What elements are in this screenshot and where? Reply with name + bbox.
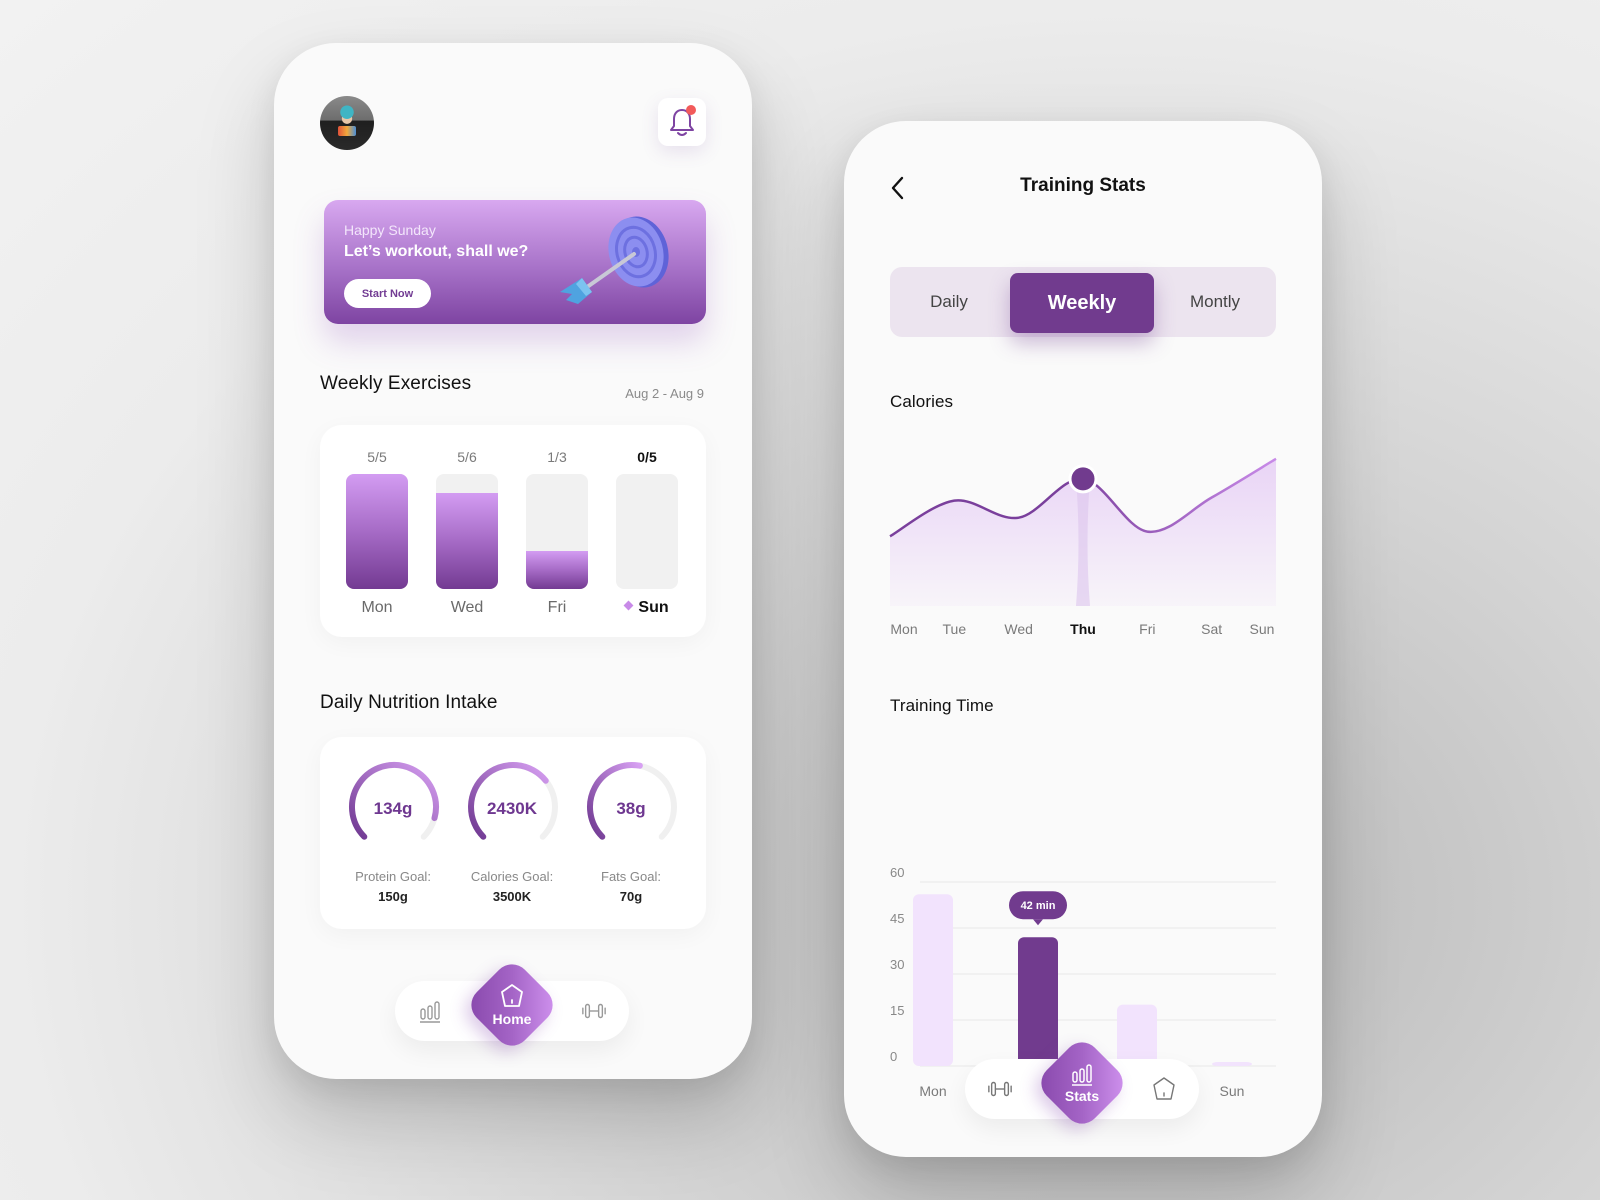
exercise-progress-track [616,474,678,589]
exercise-day-sun[interactable]: 0/5 Sun [616,425,678,637]
nav-home-button[interactable] [1151,1077,1177,1101]
exercise-ratio: 1/3 [547,449,567,465]
x-tick-label: Sun [1250,621,1275,637]
nutrition-goal-value: 70g [619,889,643,904]
exercise-ratio: 5/6 [457,449,477,465]
notification-button[interactable] [658,98,706,146]
day-name: Wed [450,599,484,616]
exercise-ratio: 0/5 [637,449,657,465]
data-point-thu[interactable] [1068,464,1098,494]
tooltip-pointer [1033,919,1043,926]
exercise-day-label: Mon [346,599,408,617]
tooltip-text: 42 min [1021,900,1056,912]
nav-active-label: Home [492,1011,532,1027]
exercise-day-label: Sun [616,599,678,617]
home-screen: Happy Sunday Let’s workout, shall we? St… [274,43,752,1079]
calories-chart: Mon Tue Wed Thu Fri Sat Sun [889,457,1277,637]
page-title: Training Stats [1020,175,1146,196]
bottom-nav: Home [395,956,629,1054]
x-tick-label: Fri [1139,621,1155,637]
y-tick-label: 15 [890,1003,904,1018]
x-tick-label: Sat [1201,621,1222,637]
exercise-progress-track [346,474,408,589]
period-tabs: Daily Weekly Montly [890,267,1276,337]
exercise-progress-track [526,474,588,589]
nav-active-label: Stats [1064,1088,1100,1104]
bar-mon[interactable] [913,894,953,1066]
exercise-day-mon[interactable]: 5/5 Mon [346,425,408,637]
workout-banner: Happy Sunday Let’s workout, shall we? St… [324,200,706,324]
weekly-exercises-card: 5/5 Mon 5/6 Wed 1/3 Fri 0/5 Sun [320,425,706,637]
avatar[interactable] [320,96,374,150]
target-arrow-icon [560,216,669,304]
tab-monthly[interactable]: Montly [1154,267,1276,337]
dumbbell-icon [582,1003,606,1019]
nutrition-gauge: 38g Fats Goal: 70g [576,761,686,921]
nutrition-gauge: 2430K Calories Goal: 3500K [457,761,567,921]
nutrition-goal-value: 3500K [492,889,532,904]
dumbbell-icon [988,1081,1012,1097]
x-tick-label: Mon [890,621,917,637]
tab-weekly[interactable]: Weekly [1010,273,1154,333]
weekly-exercises-title: Weekly Exercises [320,373,472,394]
y-tick-label: 45 [890,911,904,926]
current-day-marker-icon [623,600,634,611]
bar-tooltip: 42 min [1009,891,1067,926]
nutrition-goal-label: Calories Goal: [470,869,554,884]
notification-dot [686,105,696,115]
nutrition-goal-label: Fats Goal: [601,869,661,884]
nutrition-gauge: 134g Protein Goal: 150g [338,761,448,921]
exercise-ratio: 5/5 [367,449,387,465]
banner-subtitle: Happy Sunday [344,222,436,238]
y-tick-label: 30 [890,957,904,972]
nutrition-value: 134g [373,799,413,818]
tab-daily[interactable]: Daily [890,267,1008,337]
exercise-day-label: Wed [436,599,498,617]
stats-screen: Training Stats Daily Weekly Montly Mon Tu… [844,121,1322,1157]
training-time-title: Training Time [890,696,994,715]
nutrition-goal-value: 150g [378,889,408,904]
nutrition-goal-label: Protein Goal: [355,869,431,884]
nav-workouts-button[interactable] [987,1077,1013,1101]
date-range[interactable]: Aug 2 - Aug 9 [614,386,704,401]
y-tick-label: 60 [890,865,904,880]
exercise-day-fri[interactable]: 1/3 Fri [526,425,588,637]
x-tick-label: Thu [1070,621,1096,637]
bar-sun[interactable] [1212,1062,1252,1066]
day-name: Sun [638,599,669,616]
nutrition-value: 38g [616,799,646,818]
x-tick-label: Tue [943,621,967,637]
x-tick-label: Wed [1004,621,1033,637]
y-tick-label: 0 [890,1049,897,1064]
exercise-progress-track [436,474,498,589]
nav-home-button[interactable]: Home [463,956,561,1054]
exercise-progress-fill [436,493,498,589]
exercise-day-label: Fri [526,599,588,617]
exercise-day-wed[interactable]: 5/6 Wed [436,425,498,637]
stats-icon [1072,1064,1092,1086]
nav-stats-button[interactable] [417,999,443,1023]
nav-workouts-button[interactable] [581,999,607,1023]
bottom-nav: Stats [965,1034,1199,1132]
nutrition-title: Daily Nutrition Intake [320,692,498,713]
x-tick-label: Sun [1220,1083,1245,1099]
nav-stats-button[interactable]: Stats [1033,1034,1131,1132]
day-name: Fri [547,599,567,616]
nutrition-card: 134g Protein Goal: 150g 2430K Calories Goal:… [320,737,706,929]
exercise-progress-fill [346,474,408,589]
exercise-progress-fill [526,550,588,589]
home-icon [501,984,523,1007]
home-icon [1153,1077,1175,1100]
start-now-button[interactable]: Start Now [344,279,431,308]
nutrition-value: 2430K [486,799,538,818]
day-name: Mon [361,599,393,616]
x-tick-label: Mon [919,1083,946,1099]
stats-icon [420,1001,440,1023]
banner-title: Let’s workout, shall we? [344,243,529,260]
calories-title: Calories [890,392,954,411]
